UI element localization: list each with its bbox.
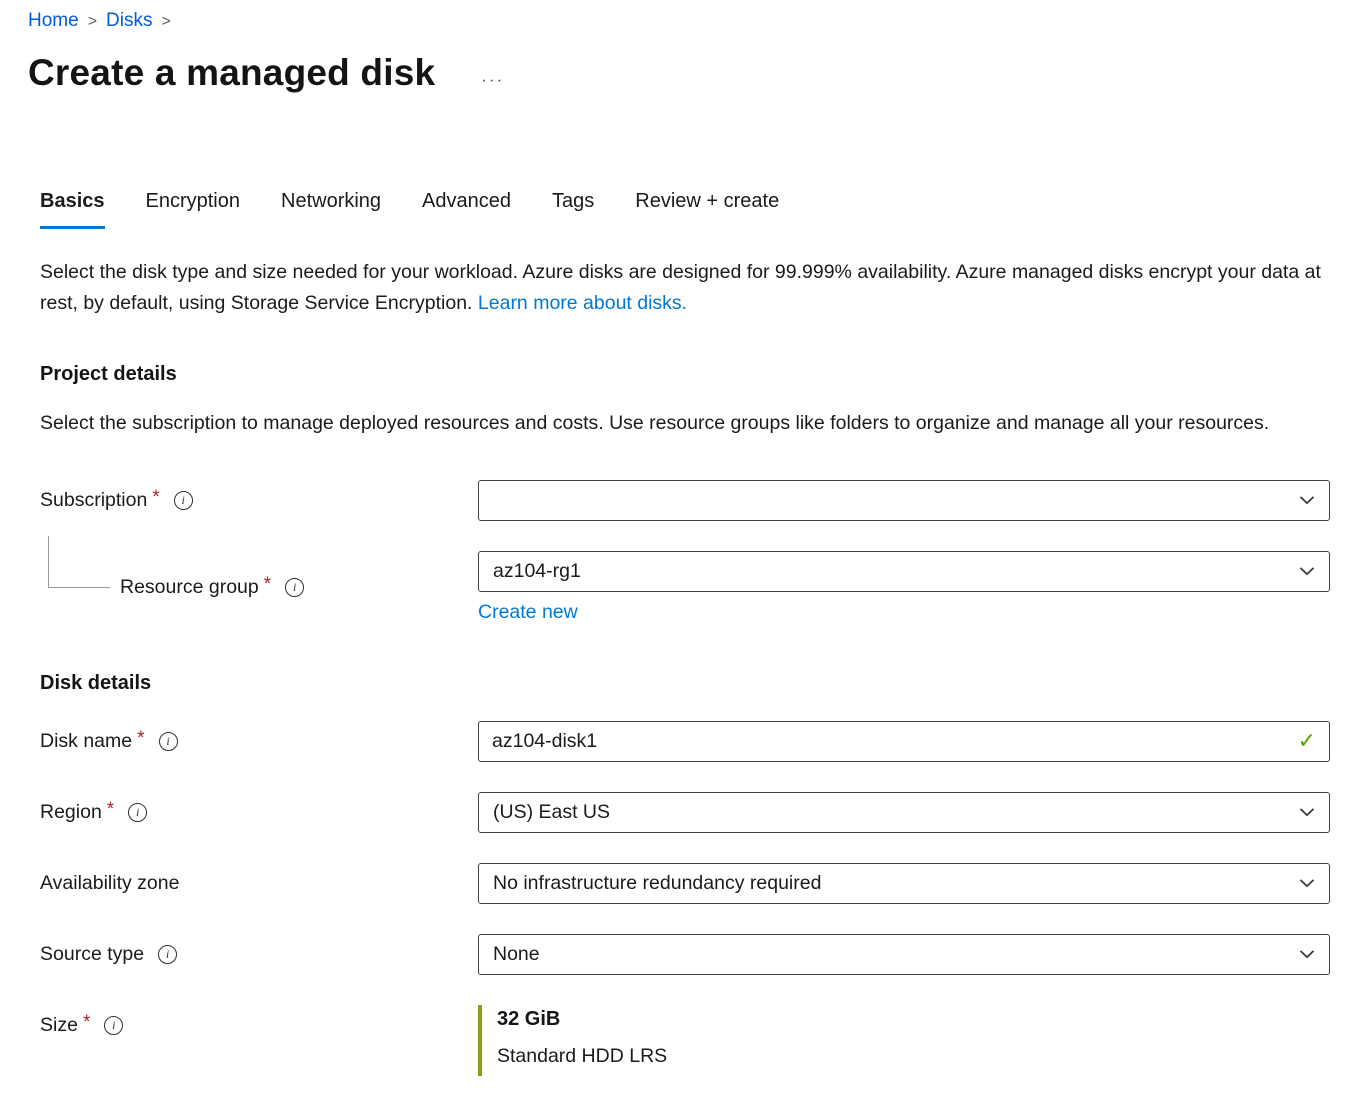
size-label: Size — [40, 1014, 78, 1037]
subscription-dropdown[interactable] — [478, 480, 1330, 521]
availability-zone-label-cell: Availability zone — [40, 872, 478, 895]
source-type-label: Source type — [40, 943, 144, 966]
region-dropdown[interactable]: (US) East US — [478, 792, 1330, 833]
required-asterisk: * — [83, 1012, 90, 1034]
resource-group-dropdown[interactable]: az104-rg1 — [478, 551, 1330, 592]
source-type-control-cell: None — [478, 934, 1330, 975]
resource-group-value: az104-rg1 — [493, 560, 581, 583]
project-details-description: Select the subscription to manage deploy… — [40, 408, 1325, 439]
info-icon[interactable]: i — [128, 803, 147, 822]
info-icon[interactable]: i — [174, 491, 193, 510]
breadcrumb-separator: > — [161, 13, 170, 31]
info-icon[interactable]: i — [159, 732, 178, 751]
field-row-subscription: Subscription * i — [40, 480, 1330, 521]
disk-name-label-cell: Disk name * i — [40, 730, 478, 753]
field-row-resource-group: Resource group * i az104-rg1 Create new — [40, 551, 1330, 624]
source-type-dropdown[interactable]: None — [478, 934, 1330, 975]
chevron-down-icon — [1298, 803, 1316, 821]
availability-zone-dropdown[interactable]: No infrastructure redundancy required — [478, 863, 1330, 904]
breadcrumb-separator: > — [88, 13, 97, 31]
availability-zone-label: Availability zone — [40, 872, 179, 895]
required-asterisk: * — [137, 728, 144, 750]
field-row-size: Size * i 32 GiB Standard HDD LRS — [40, 1005, 1330, 1076]
tab-basics[interactable]: Basics — [40, 190, 105, 229]
subscription-label: Subscription — [40, 489, 147, 512]
source-type-value: None — [493, 943, 540, 966]
chevron-down-icon — [1298, 874, 1316, 892]
breadcrumb-home[interactable]: Home — [28, 10, 79, 32]
size-label-cell: Size * i — [40, 1005, 478, 1037]
disk-name-control-cell: ✓ — [478, 721, 1330, 762]
availability-zone-control-cell: No infrastructure redundancy required — [478, 863, 1330, 904]
create-new-link[interactable]: Create new — [478, 601, 578, 624]
region-control-cell: (US) East US — [478, 792, 1330, 833]
breadcrumb: Home > Disks > — [28, 10, 1330, 32]
field-row-source-type: Source type i None — [40, 934, 1330, 975]
required-asterisk: * — [152, 487, 159, 509]
size-summary[interactable]: 32 GiB Standard HDD LRS — [478, 1005, 1330, 1076]
page-title: Create a managed disk — [28, 52, 435, 94]
required-asterisk: * — [264, 574, 271, 596]
info-icon[interactable]: i — [158, 945, 177, 964]
parent-child-connector — [48, 536, 110, 588]
field-row-region: Region * i (US) East US — [40, 792, 1330, 833]
tab-advanced[interactable]: Advanced — [422, 190, 511, 229]
title-row: Create a managed disk ··· — [28, 52, 1330, 94]
field-row-availability-zone: Availability zone No infrastructure redu… — [40, 863, 1330, 904]
availability-zone-value: No infrastructure redundancy required — [493, 872, 821, 895]
info-icon[interactable]: i — [285, 578, 304, 597]
size-value: 32 GiB — [497, 1008, 1330, 1031]
region-value: (US) East US — [493, 801, 610, 824]
resource-group-label: Resource group — [120, 576, 259, 599]
valid-check-icon: ✓ — [1298, 728, 1316, 754]
resource-group-label-cell: Resource group * i — [40, 576, 478, 599]
field-row-disk-name: Disk name * i ✓ — [40, 721, 1330, 762]
region-label: Region — [40, 801, 102, 824]
chevron-down-icon — [1298, 491, 1316, 509]
tab-encryption[interactable]: Encryption — [146, 190, 241, 229]
info-icon[interactable]: i — [104, 1016, 123, 1035]
resource-group-control-cell: az104-rg1 Create new — [478, 551, 1330, 624]
subscription-label-cell: Subscription * i — [40, 489, 478, 512]
disk-name-input-wrap: ✓ — [478, 721, 1330, 762]
learn-more-link[interactable]: Learn more about disks. — [478, 292, 687, 314]
create-managed-disk-page: Home > Disks > Create a managed disk ···… — [0, 0, 1348, 1076]
basics-form: Subscription * i Resource group * i — [40, 480, 1330, 1076]
source-type-label-cell: Source type i — [40, 943, 478, 966]
disk-name-input[interactable] — [478, 721, 1330, 762]
more-options-button[interactable]: ··· — [481, 70, 504, 90]
tab-review-create[interactable]: Review + create — [635, 190, 779, 229]
disk-name-label: Disk name — [40, 730, 132, 753]
disk-details-heading: Disk details — [40, 672, 1330, 695]
required-asterisk: * — [107, 799, 114, 821]
subscription-control-cell — [478, 480, 1330, 521]
breadcrumb-disks[interactable]: Disks — [106, 10, 152, 32]
size-sku: Standard HDD LRS — [497, 1045, 1330, 1068]
size-control-cell: 32 GiB Standard HDD LRS — [478, 1005, 1330, 1076]
project-details-heading: Project details — [40, 363, 1330, 386]
chevron-down-icon — [1298, 562, 1316, 580]
intro-text: Select the disk type and size needed for… — [40, 257, 1325, 319]
tab-networking[interactable]: Networking — [281, 190, 381, 229]
tab-bar: Basics Encryption Networking Advanced Ta… — [40, 190, 1330, 229]
tab-tags[interactable]: Tags — [552, 190, 594, 229]
chevron-down-icon — [1298, 945, 1316, 963]
region-label-cell: Region * i — [40, 801, 478, 824]
